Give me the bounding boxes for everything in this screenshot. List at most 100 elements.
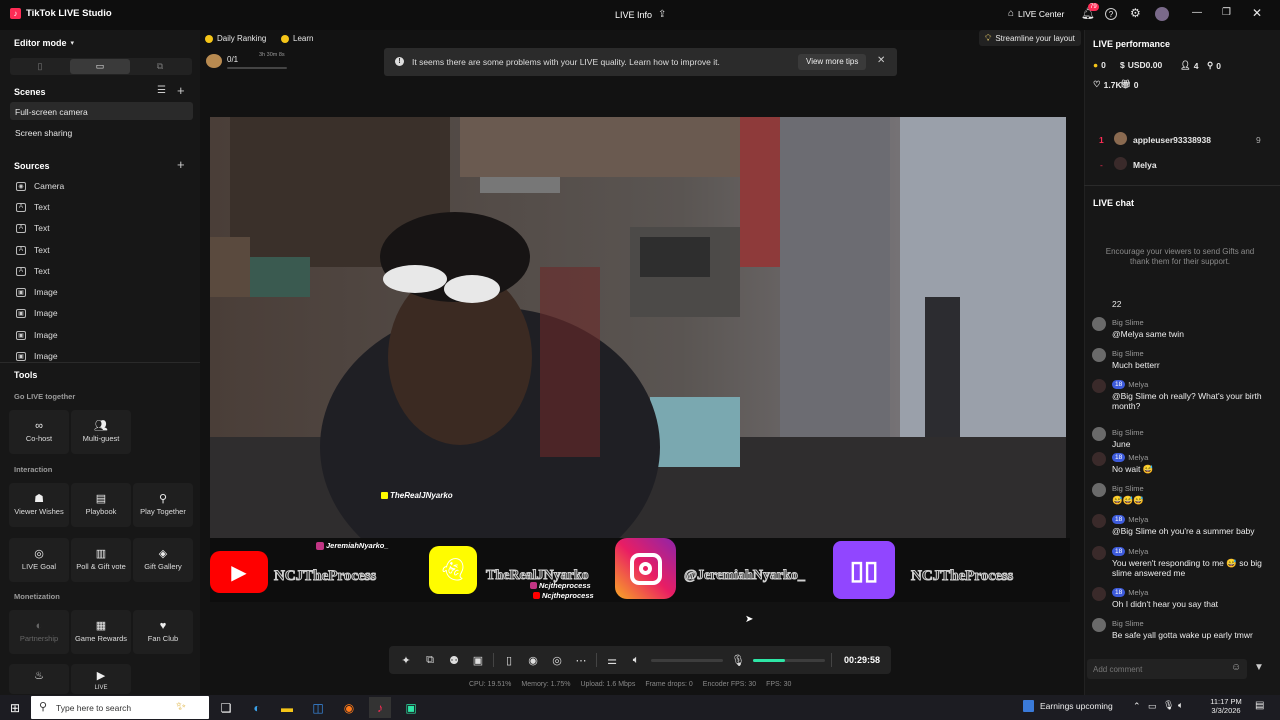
portrait-layout-icon[interactable]: ▯ [10, 61, 70, 72]
scene-item[interactable]: Screen sharing [15, 128, 72, 138]
scenes-title: Scenes [14, 87, 46, 97]
flame-tool-button[interactable]: ♨ [9, 664, 69, 694]
mixer-icon[interactable]: ⚌ [603, 651, 621, 669]
fan-club-button[interactable]: ♥ Fan Club [133, 610, 193, 654]
source-item[interactable]: ▣ Image [16, 351, 58, 361]
ranking-row[interactable]: - Melya [1092, 157, 1272, 173]
live-goal-button[interactable]: ◎ LIVE Goal [9, 538, 69, 582]
poll-gift-button[interactable]: ▥ Poll & Gift vote [71, 538, 131, 582]
store-icon[interactable]: ◫ [307, 697, 329, 718]
firefox-icon[interactable]: ◉ [338, 697, 360, 718]
screen-share-icon[interactable]: ▣ [469, 651, 487, 669]
mic-slider[interactable] [753, 658, 825, 662]
volume-slider[interactable] [651, 658, 723, 662]
playbook-button[interactable]: ▤ Playbook [71, 483, 131, 527]
daily-ranking-chip[interactable]: Daily Ranking [205, 32, 266, 45]
source-label: Image [34, 308, 58, 318]
avatar[interactable] [1155, 7, 1169, 21]
ranking-row[interactable]: 1 appleuser93338938 9 [1092, 132, 1272, 148]
gift-gallery-button[interactable]: ◈ Gift Gallery [133, 538, 193, 582]
source-item[interactable]: ◉ Camera [16, 181, 64, 191]
daily-ranking-label: Daily Ranking [217, 34, 267, 43]
chevron-up-icon[interactable]: ⌃ [1133, 701, 1141, 712]
source-item[interactable]: ▣ Image [16, 287, 58, 297]
source-label: Image [34, 330, 58, 340]
source-item[interactable]: A Text [16, 245, 50, 255]
source-label: Camera [34, 181, 65, 191]
windows-start-icon[interactable]: ⊞ [4, 697, 26, 718]
learn-chip[interactable]: Learn [281, 32, 313, 45]
clock[interactable]: 11:17 PM 3/3/2026 [1205, 697, 1247, 715]
live-tool-button[interactable]: ▶ LIVE [71, 664, 131, 694]
viewer-wishes-button[interactable]: ☗ Viewer Wishes [9, 483, 69, 527]
home-icon: ⌂ [1008, 8, 1015, 19]
add-source-overlay-icon[interactable]: ⧉ [421, 651, 439, 669]
task-view-icon[interactable]: ❏ [215, 697, 237, 718]
tiktok-live-taskbar-icon[interactable]: ♪ [369, 697, 391, 718]
chat-partial-message: 22 [1112, 299, 1122, 309]
app-taskbar-icon[interactable]: ▣ [400, 697, 422, 718]
source-item[interactable]: A Text [16, 266, 50, 276]
more-icon[interactable]: ⋯ [572, 651, 590, 669]
camera-preview[interactable]: TheRealJNyarko [210, 117, 1066, 538]
phone-icon[interactable]: ▯ [500, 651, 518, 669]
live-center-button[interactable]: ⌂ LIVE Center [1008, 8, 1064, 19]
effects-icon[interactable]: ⚉ [445, 651, 463, 669]
list-icon[interactable]: ☰ [157, 85, 166, 96]
multiguest-button[interactable]: 👥︎ Multi-guest [71, 410, 131, 454]
partnership-button[interactable]: ◐ Partnership [9, 610, 69, 654]
mic-tray-icon[interactable]: 🎙︎ [1163, 700, 1174, 711]
avatar [1092, 618, 1106, 632]
volume-tray-icon[interactable]: 🔈︎ [1178, 700, 1183, 711]
camera-scene-image [210, 117, 1066, 538]
microphone-icon[interactable]: 🎙︎ [729, 651, 747, 669]
emoji-icon[interactable]: ☺ [1231, 662, 1241, 673]
social-banner: JeremiahNyarko_ ▶ NCJTheProcess 👻︎ TheRe… [210, 538, 1070, 602]
game-rewards-button[interactable]: ▦ Game Rewards [71, 610, 131, 654]
scene-item-active[interactable]: Full-screen camera [10, 102, 193, 120]
network-icon[interactable]: ▭ [1148, 701, 1157, 712]
source-item[interactable]: ▣ Image [16, 330, 58, 340]
notifications-button[interactable]: 🔔︎ 79 [1080, 3, 1099, 22]
streamline-layout-chip[interactable]: 💡︎ Streamline your layout [979, 30, 1081, 46]
notification-center-icon[interactable]: ▤ [1255, 700, 1264, 711]
editor-mode-dropdown[interactable]: Editor mode ▾ [14, 38, 74, 48]
cohost-button[interactable]: ∞ Co-host [9, 410, 69, 454]
close-alert-icon[interactable]: ✕ [877, 55, 885, 66]
file-explorer-icon[interactable]: ▬ [276, 697, 298, 718]
view-more-tips-button[interactable]: View more tips [798, 54, 867, 70]
restore-icon[interactable]: ❐ [1222, 7, 1231, 18]
stream-icon[interactable]: ◎ [548, 651, 566, 669]
source-item[interactable]: A Text [16, 223, 50, 233]
live-info-button[interactable]: LIVE Info ⇪ [615, 9, 666, 20]
speaker-icon[interactable]: 🔈︎ [627, 651, 645, 669]
likes-stat: ♡ 1.7K [1093, 79, 1122, 90]
add-scene-icon[interactable]: + [177, 83, 185, 98]
edge-icon[interactable]: ◐ [246, 697, 268, 718]
add-source-icon[interactable]: + [177, 157, 185, 172]
filter-icon[interactable]: ▼ [1254, 662, 1264, 673]
landscape-layout-icon[interactable]: ▭ [70, 59, 130, 74]
help-icon[interactable]: ? [1105, 8, 1117, 20]
chat-text: Be safe yall gotta wake up early tmwr [1112, 630, 1253, 640]
chat-username: 18 Melya [1112, 588, 1148, 597]
poll-icon: ▥ [95, 548, 107, 561]
gear-icon[interactable]: ⚙ [1130, 6, 1141, 20]
text-icon: A [16, 245, 26, 255]
close-icon[interactable]: ✕ [1252, 6, 1262, 20]
new-followers-value: 0 [1216, 60, 1221, 71]
comment-input[interactable]: Add comment ☺ [1087, 659, 1247, 679]
goal-widget[interactable]: 0/1 3h 30m 8s [204, 50, 288, 72]
record-icon[interactable]: ◉ [524, 651, 542, 669]
source-item[interactable]: A Text [16, 202, 50, 212]
earnings-widget[interactable]: Earnings upcoming [1023, 700, 1113, 712]
taskbar-search[interactable]: ⚲ Type here to search ✨︎ [31, 696, 209, 719]
rank-score: 9 [1256, 135, 1261, 145]
magic-wand-icon[interactable]: ✦ [397, 651, 415, 669]
minimize-icon[interactable]: — [1192, 7, 1202, 18]
dual-layout-icon[interactable]: ⧉ [130, 61, 190, 72]
play-together-button[interactable]: ⚲ Play Together [133, 483, 193, 527]
source-item[interactable]: ▣ Image [16, 308, 58, 318]
overlay-name-tag: TheRealJNyarko [381, 491, 453, 500]
tool-label: Gift Gallery [144, 562, 182, 572]
